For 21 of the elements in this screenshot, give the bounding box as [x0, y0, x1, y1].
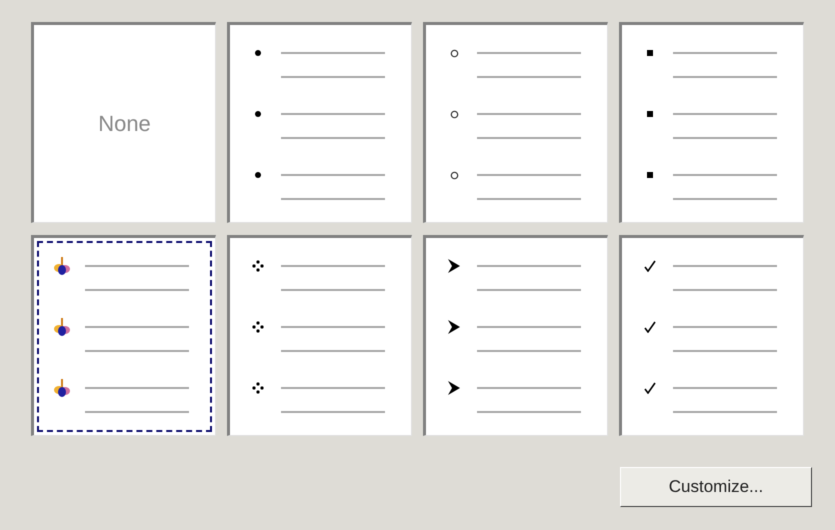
checkmark-bullet-icon — [644, 260, 656, 272]
arrowhead-bullet-icon — [448, 259, 460, 273]
four-dot-bullet-icon — [252, 382, 264, 394]
square-bullet-icon — [647, 172, 653, 178]
circle-bullet-icon — [450, 48, 458, 58]
circle-bullet-icon — [450, 110, 458, 118]
checkmark-bullet-icon — [644, 382, 656, 394]
bullet-style-option[interactable] — [31, 235, 216, 436]
disc-bullet-icon — [254, 110, 262, 118]
square-bullet-icon — [647, 50, 653, 56]
disc-bullet-icon — [254, 49, 262, 57]
arrowhead-bullet-icon — [448, 381, 460, 395]
disc-bullet-icon — [254, 171, 262, 179]
customize-button[interactable]: Customize... — [620, 467, 812, 507]
four-dot-bullet-icon — [252, 260, 264, 272]
none-label: None — [98, 110, 151, 138]
checkmark-bullet-icon — [644, 321, 656, 333]
arrowhead-bullet-icon — [448, 320, 460, 334]
four-dot-bullet-icon — [252, 321, 264, 333]
circle-bullet-icon — [450, 170, 458, 180]
square-bullet-icon — [647, 111, 653, 117]
